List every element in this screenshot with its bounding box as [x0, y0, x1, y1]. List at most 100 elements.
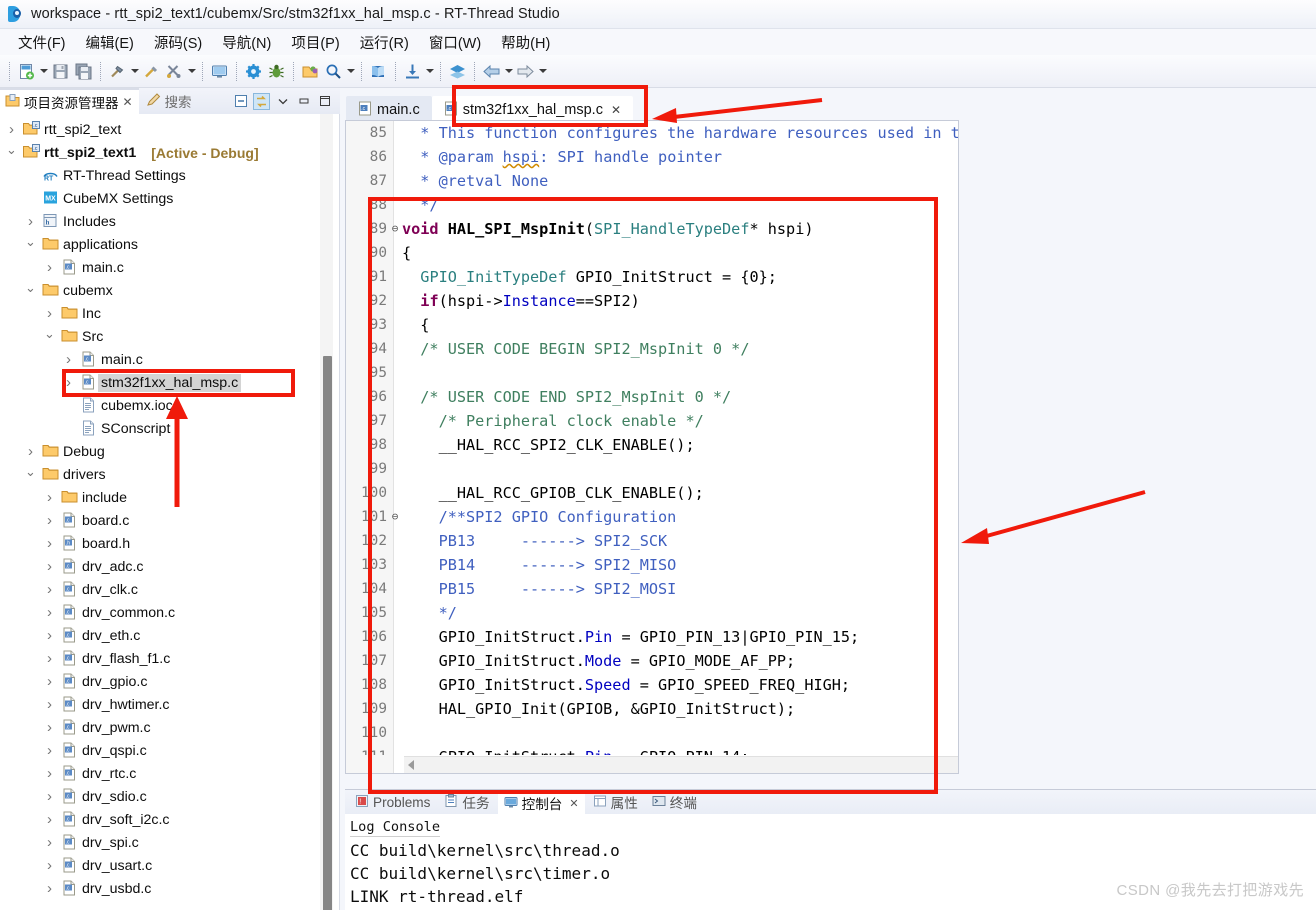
scroll-left-icon[interactable]: [408, 760, 414, 770]
menu-window[interactable]: 窗口(W): [420, 30, 490, 55]
build-tools-dropdown-icon[interactable]: [186, 60, 197, 83]
tree-item-cubemx[interactable]: cubemx: [0, 279, 322, 302]
console-monitor-icon[interactable]: [208, 60, 231, 83]
tree-item-drv-gpio-c[interactable]: .c drv_gpio.c: [0, 670, 322, 693]
chevron-right-icon[interactable]: [61, 371, 76, 394]
tree-item-drv-usart-c[interactable]: .c drv_usart.c: [0, 854, 322, 877]
chevron-right-icon[interactable]: [42, 647, 57, 670]
new-file-dropdown-icon[interactable]: [38, 60, 49, 83]
menu-run[interactable]: 运行(R): [351, 30, 418, 55]
chevron-right-icon[interactable]: [42, 854, 57, 877]
build-tools-icon[interactable]: [163, 60, 186, 83]
collapse-all-icon[interactable]: [232, 93, 249, 110]
chevron-right-icon[interactable]: [42, 578, 57, 601]
tree-item-drivers[interactable]: drivers: [0, 463, 322, 486]
tree-item-inc[interactable]: Inc: [0, 302, 322, 325]
tree-item-includes[interactable]: h Includes: [0, 210, 322, 233]
chevron-right-icon[interactable]: [23, 210, 38, 233]
tab-project-explorer[interactable]: 项目资源管理器 ✕: [0, 88, 139, 114]
link-editor-icon[interactable]: [253, 92, 270, 110]
chevron-right-icon[interactable]: [42, 808, 57, 831]
tree-item-applications[interactable]: applications: [0, 233, 322, 256]
forward-arrow-icon[interactable]: [514, 60, 537, 83]
chevron-down-icon[interactable]: [23, 463, 38, 486]
tree-item-drv-spi-c[interactable]: .c drv_spi.c: [0, 831, 322, 854]
tree-item-drv-eth-c[interactable]: .c drv_eth.c: [0, 624, 322, 647]
menu-help[interactable]: 帮助(H): [492, 30, 559, 55]
forward-dropdown-icon[interactable]: [537, 60, 548, 83]
tree-item-drv-adc-c[interactable]: .c drv_adc.c: [0, 555, 322, 578]
tree-item-sconscript[interactable]: SConscript: [0, 417, 322, 440]
back-arrow-icon[interactable]: [480, 60, 503, 83]
chevron-right-icon[interactable]: [61, 348, 76, 371]
chevron-right-icon[interactable]: [42, 670, 57, 693]
chevron-down-icon[interactable]: [23, 233, 38, 256]
console-tab-4[interactable]: 终端: [646, 790, 703, 814]
chevron-right-icon[interactable]: [42, 716, 57, 739]
tree-item-stm32f1xx-hal-msp-c[interactable]: .c stm32f1xx_hal_msp.c: [0, 371, 322, 394]
tree-item-drv-sdio-c[interactable]: .c drv_sdio.c: [0, 785, 322, 808]
tree-item-board-h[interactable]: .h board.h: [0, 532, 322, 555]
menu-project[interactable]: 项目(P): [282, 30, 348, 55]
fold-marker-icon[interactable]: ⊖: [390, 217, 400, 241]
chevron-right-icon[interactable]: [42, 877, 57, 900]
debug-bug-icon[interactable]: [265, 60, 288, 83]
tree-item-rt-thread-settings[interactable]: RT RT-Thread Settings: [0, 164, 322, 187]
menu-file[interactable]: 文件(F): [9, 30, 75, 55]
chevron-right-icon[interactable]: [42, 486, 57, 509]
chevron-right-icon[interactable]: [23, 440, 38, 463]
tree-item-drv-hwtimer-c[interactable]: .c drv_hwtimer.c: [0, 693, 322, 716]
clean-icon[interactable]: [140, 60, 163, 83]
search-dropdown-icon[interactable]: [345, 60, 356, 83]
tree-item-cubemx-settings[interactable]: MX CubeMX Settings: [0, 187, 322, 210]
console-tab-2[interactable]: 控制台 ✕: [497, 790, 585, 814]
menu-navigate[interactable]: 导航(N): [213, 30, 280, 55]
tab-search[interactable]: 搜索: [139, 88, 199, 114]
close-icon[interactable]: ✕: [611, 103, 621, 117]
tree-item-drv-clk-c[interactable]: .c drv_clk.c: [0, 578, 322, 601]
close-icon[interactable]: ✕: [569, 797, 578, 810]
console-tab-problems[interactable]: ! Problems: [349, 790, 436, 814]
chevron-right-icon[interactable]: [42, 555, 57, 578]
chevron-right-icon[interactable]: [42, 256, 57, 279]
download-icon[interactable]: [401, 60, 424, 83]
close-icon[interactable]: ✕: [123, 95, 133, 109]
console-tab-3[interactable]: 属性: [587, 790, 644, 814]
search-icon[interactable]: [322, 60, 345, 83]
tree-item-drv-qspi-c[interactable]: .c drv_qspi.c: [0, 739, 322, 762]
sidebar-scrollbar-thumb[interactable]: [323, 356, 332, 910]
download-dropdown-icon[interactable]: [424, 60, 435, 83]
tree-item-rtt-spi2-text1[interactable]: .c rtt_spi2_text1 [Active - Debug]: [0, 141, 322, 164]
back-dropdown-icon[interactable]: [503, 60, 514, 83]
project-tree[interactable]: .c rtt_spi2_text .c rtt_spi2_text1 [Active -…: [0, 114, 322, 910]
tree-item-drv-flash-f1-c[interactable]: .c drv_flash_f1.c: [0, 647, 322, 670]
tree-item-main-c[interactable]: .c main.c: [0, 256, 322, 279]
save-icon[interactable]: [49, 60, 72, 83]
tree-item-drv-pwm-c[interactable]: .c drv_pwm.c: [0, 716, 322, 739]
layers-icon[interactable]: [446, 60, 469, 83]
settings-gear-icon[interactable]: [242, 60, 265, 83]
chevron-right-icon[interactable]: [42, 601, 57, 624]
chevron-right-icon[interactable]: [42, 302, 57, 325]
menu-edit[interactable]: 编辑(E): [77, 30, 143, 55]
code-editor[interactable]: 85 * This function configures the hardwa…: [345, 120, 959, 774]
build-dropdown-icon[interactable]: [129, 60, 140, 83]
build-hammer-icon[interactable]: [106, 60, 129, 83]
chevron-right-icon[interactable]: [42, 831, 57, 854]
chevron-right-icon[interactable]: [42, 762, 57, 785]
save-all-icon[interactable]: [72, 60, 95, 83]
view-menu-icon[interactable]: [274, 93, 291, 110]
tree-item-include[interactable]: include: [0, 486, 322, 509]
new-file-icon[interactable]: [15, 60, 38, 83]
chevron-right-icon[interactable]: [42, 532, 57, 555]
tree-item-drv-usbd-c[interactable]: .c drv_usbd.c: [0, 877, 322, 900]
tree-item-src[interactable]: Src: [0, 325, 322, 348]
chevron-right-icon[interactable]: [4, 118, 19, 141]
tree-item-drv-soft-i2c-c[interactable]: .c drv_soft_i2c.c: [0, 808, 322, 831]
menu-source[interactable]: 源码(S): [145, 30, 211, 55]
fold-marker-icon[interactable]: ⊖: [390, 505, 400, 529]
tree-item-debug[interactable]: Debug: [0, 440, 322, 463]
chevron-right-icon[interactable]: [42, 624, 57, 647]
editor-horizontal-scrollbar[interactable]: [404, 756, 958, 773]
chevron-down-icon[interactable]: [23, 279, 38, 302]
